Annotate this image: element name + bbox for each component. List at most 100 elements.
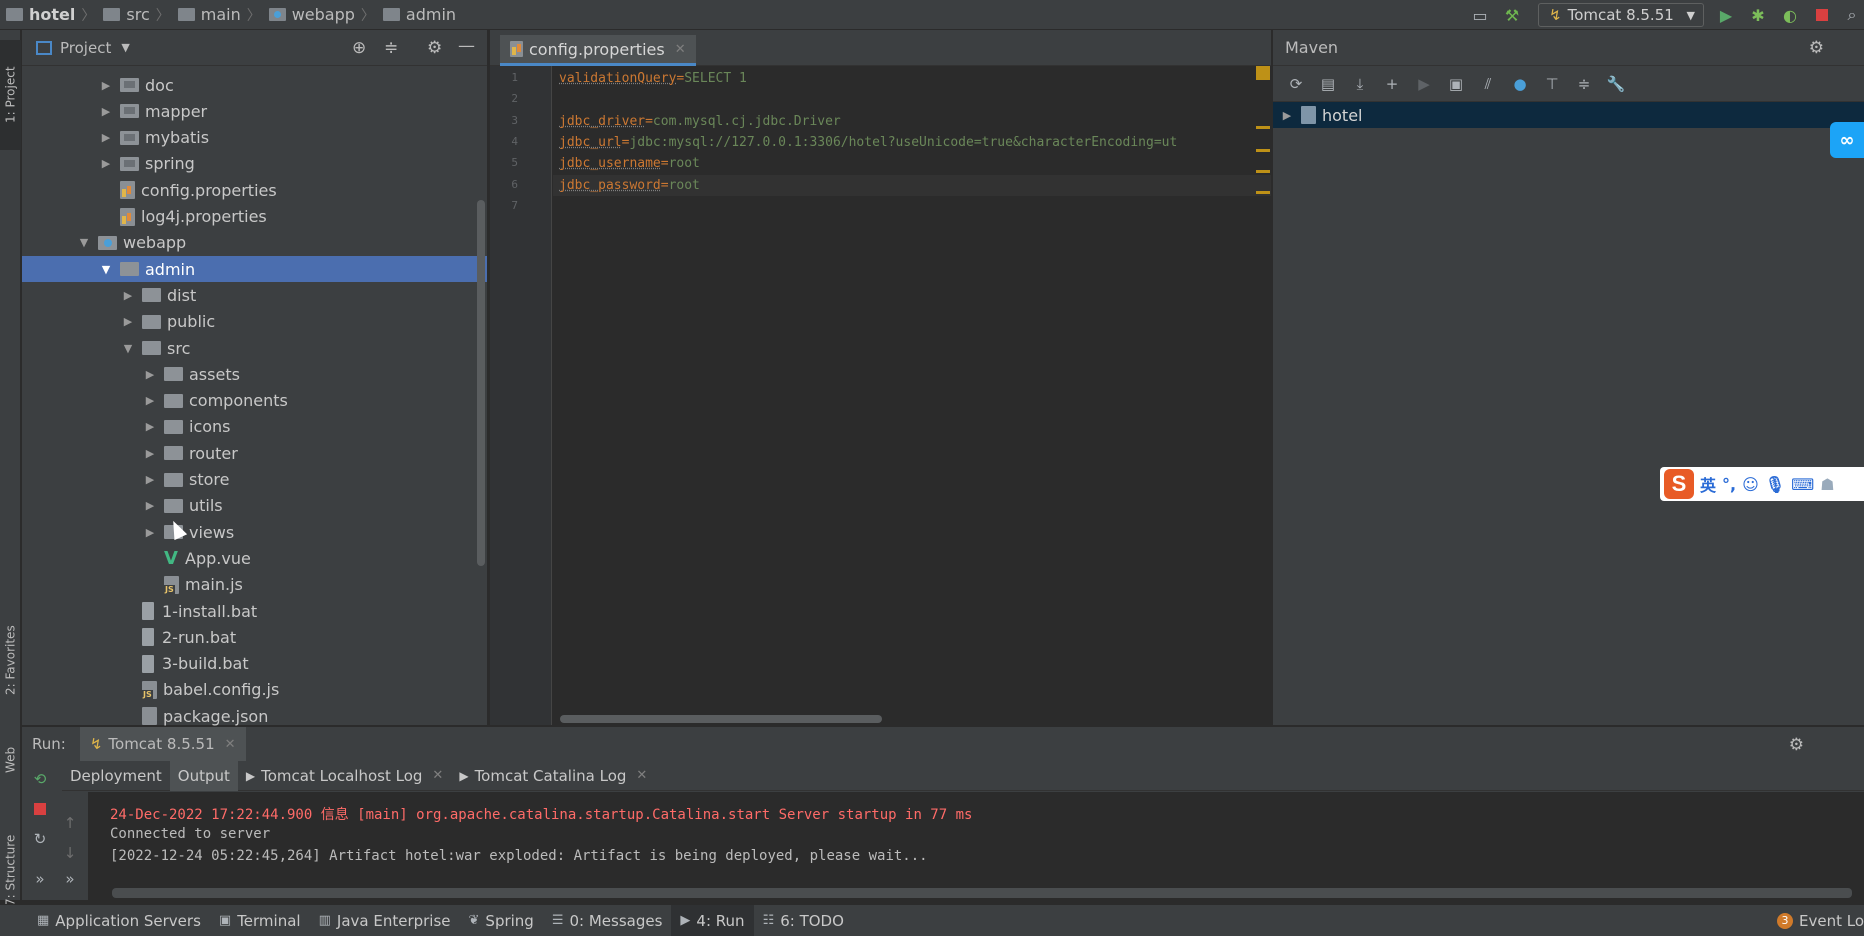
collapsed-arrow-icon[interactable]: ▶: [122, 315, 134, 328]
close-icon[interactable]: ✕: [432, 768, 443, 783]
code-editor[interactable]: validationQuery=SELECT 1 jdbc_driver=com.…: [553, 66, 1271, 725]
collapsed-arrow-icon[interactable]: ▶: [100, 79, 112, 92]
minimize-icon[interactable]: —: [458, 36, 475, 56]
tree-item[interactable]: ▶ mapper: [22, 98, 487, 124]
subtab-output[interactable]: Output: [169, 760, 238, 791]
tree-item[interactable]: ▼ webapp: [22, 230, 487, 256]
code-line[interactable]: [553, 196, 559, 217]
tool-application-servers[interactable]: ▦ Application Servers: [28, 905, 210, 936]
warning-marker[interactable]: [1256, 191, 1270, 194]
tree-item[interactable]: ▶ views: [22, 519, 487, 545]
update-icon[interactable]: ↻: [28, 827, 52, 851]
arrow-up-icon[interactable]: ↑: [58, 811, 82, 835]
keyboard-icon[interactable]: ⌨: [1791, 475, 1814, 494]
run-icon[interactable]: ▶: [1714, 3, 1738, 27]
warning-marker[interactable]: [1256, 149, 1270, 152]
breadcrumb-admin[interactable]: admin: [377, 0, 460, 30]
tool-messages[interactable]: ☰ 0: Messages: [543, 905, 672, 936]
emoji-icon[interactable]: ☺: [1742, 475, 1759, 494]
tree-item[interactable]: config.properties: [22, 177, 487, 203]
tree-item[interactable]: ▶ router: [22, 440, 487, 466]
tree-item[interactable]: ▶ components: [22, 388, 487, 414]
generate-sources-icon[interactable]: ▤: [1317, 73, 1339, 95]
project-scrollbar[interactable]: [477, 200, 485, 566]
tree-item[interactable]: ▶ public: [22, 309, 487, 335]
collapsed-arrow-icon[interactable]: ▶: [144, 447, 156, 460]
microphone-icon[interactable]: 🎙: [1765, 475, 1785, 494]
tree-item[interactable]: ▶ doc: [22, 72, 487, 98]
project-view-label[interactable]: Project: [60, 39, 111, 57]
tree-item[interactable]: ▼ src: [22, 335, 487, 361]
gear-icon[interactable]: ⚙: [427, 38, 442, 58]
maven-project-hotel[interactable]: ▶ hotel: [1273, 102, 1864, 128]
locate-target-icon[interactable]: ⊕: [352, 38, 366, 58]
wrench-icon[interactable]: 🔧: [1605, 73, 1627, 95]
tree-item[interactable]: ▶ spring: [22, 151, 487, 177]
tree-item[interactable]: ▶ icons: [22, 414, 487, 440]
tree-item[interactable]: main.js: [22, 572, 487, 598]
console-horizontal-scrollbar[interactable]: [112, 888, 1852, 898]
breadcrumb-hotel[interactable]: hotel: [0, 0, 79, 30]
stop-icon[interactable]: [28, 797, 52, 821]
expanded-arrow-icon[interactable]: ▼: [122, 342, 134, 355]
code-line[interactable]: jdbc_password=root: [553, 174, 1271, 196]
expanded-arrow-icon[interactable]: ▼: [78, 236, 90, 249]
cloud-sync-icon[interactable]: ∞: [1830, 122, 1864, 158]
tool-java-enterprise[interactable]: ▥ Java Enterprise: [310, 905, 460, 936]
tool-spring[interactable]: ❦ Spring: [460, 905, 543, 936]
tree-item[interactable]: ▶ mybatis: [22, 125, 487, 151]
tree-item[interactable]: log4j.properties: [22, 204, 487, 230]
ime-language-toggle[interactable]: 英: [1700, 472, 1716, 496]
warning-stripe-icon[interactable]: [1256, 66, 1270, 80]
show-dependencies-icon[interactable]: ⊤: [1541, 73, 1563, 95]
more-icon[interactable]: »: [58, 867, 82, 891]
tool-terminal[interactable]: ▣ Terminal: [210, 905, 310, 936]
warning-marker[interactable]: [1256, 170, 1270, 173]
collapsed-arrow-icon[interactable]: ▶: [144, 499, 156, 512]
warning-marker[interactable]: [1256, 126, 1270, 129]
favorites-tool-tab[interactable]: 2: Favorites: [0, 600, 21, 720]
debug-bug-icon[interactable]: ✱: [1746, 3, 1770, 27]
arrow-down-icon[interactable]: ↓: [58, 841, 82, 865]
tree-item[interactable]: ▼ admin: [22, 256, 487, 283]
tree-item[interactable]: 2-run.bat: [22, 624, 487, 650]
punctuation-icon[interactable]: °,: [1722, 475, 1736, 494]
tree-item[interactable]: 3-build.bat: [22, 651, 487, 677]
collapse-all-icon[interactable]: ≑: [384, 38, 398, 58]
collapsed-arrow-icon[interactable]: ▶: [144, 526, 156, 539]
subtab-deployment[interactable]: Deployment: [62, 761, 170, 791]
breadcrumb-webapp[interactable]: webapp: [263, 0, 359, 30]
code-line[interactable]: jdbc_url=jdbc:mysql://127.0.0.1:3306/hot…: [553, 132, 1177, 153]
collapsed-arrow-icon[interactable]: ▶: [144, 420, 156, 433]
user-icon[interactable]: ☗: [1820, 475, 1834, 494]
tree-item[interactable]: ▶ utils: [22, 493, 487, 519]
search-icon[interactable]: ⌕: [1840, 3, 1864, 27]
gear-icon[interactable]: ⚙: [1809, 38, 1824, 58]
rerun-icon[interactable]: ⟲: [28, 767, 52, 791]
stop-icon[interactable]: [1810, 3, 1834, 27]
expanded-arrow-icon[interactable]: ▼: [100, 263, 112, 276]
add-icon[interactable]: +: [1381, 73, 1403, 95]
expand-arrow-icon[interactable]: ▶: [1281, 109, 1293, 122]
tab-run-tomcat[interactable]: ↯ Tomcat 8.5.51 ✕: [79, 727, 246, 761]
code-line[interactable]: [553, 89, 559, 110]
collapse-all-icon[interactable]: ≑: [1573, 73, 1595, 95]
run-configuration-select[interactable]: ↯ Tomcat 8.5.51 ▼: [1538, 3, 1704, 27]
tool-todo[interactable]: ☷ 6: TODO: [754, 905, 853, 936]
collapsed-arrow-icon[interactable]: ▶: [100, 131, 112, 144]
toggle-offline-icon[interactable]: ⫽: [1477, 73, 1499, 95]
window-layout-icon[interactable]: ▭: [1468, 3, 1492, 27]
code-line[interactable]: jdbc_driver=com.mysql.cj.jdbc.Driver: [553, 111, 841, 132]
close-icon[interactable]: ✕: [225, 737, 236, 752]
download-icon[interactable]: ⤓: [1349, 73, 1371, 95]
subtab-catalina-log[interactable]: ▶ Tomcat Catalina Log ✕: [451, 761, 655, 791]
web-tool-tab[interactable]: Web: [0, 730, 21, 790]
close-icon[interactable]: ✕: [636, 768, 647, 783]
reload-icon[interactable]: ⟳: [1285, 73, 1307, 95]
tree-item[interactable]: ▶ assets: [22, 361, 487, 387]
breadcrumb-main[interactable]: main: [172, 0, 245, 30]
tree-item[interactable]: V App.vue: [22, 545, 487, 571]
tool-event-log[interactable]: 3 Event Lo: [1768, 905, 1864, 936]
project-tool-tab[interactable]: 1: Project: [0, 40, 21, 150]
tree-item[interactable]: ▶ store: [22, 467, 487, 493]
